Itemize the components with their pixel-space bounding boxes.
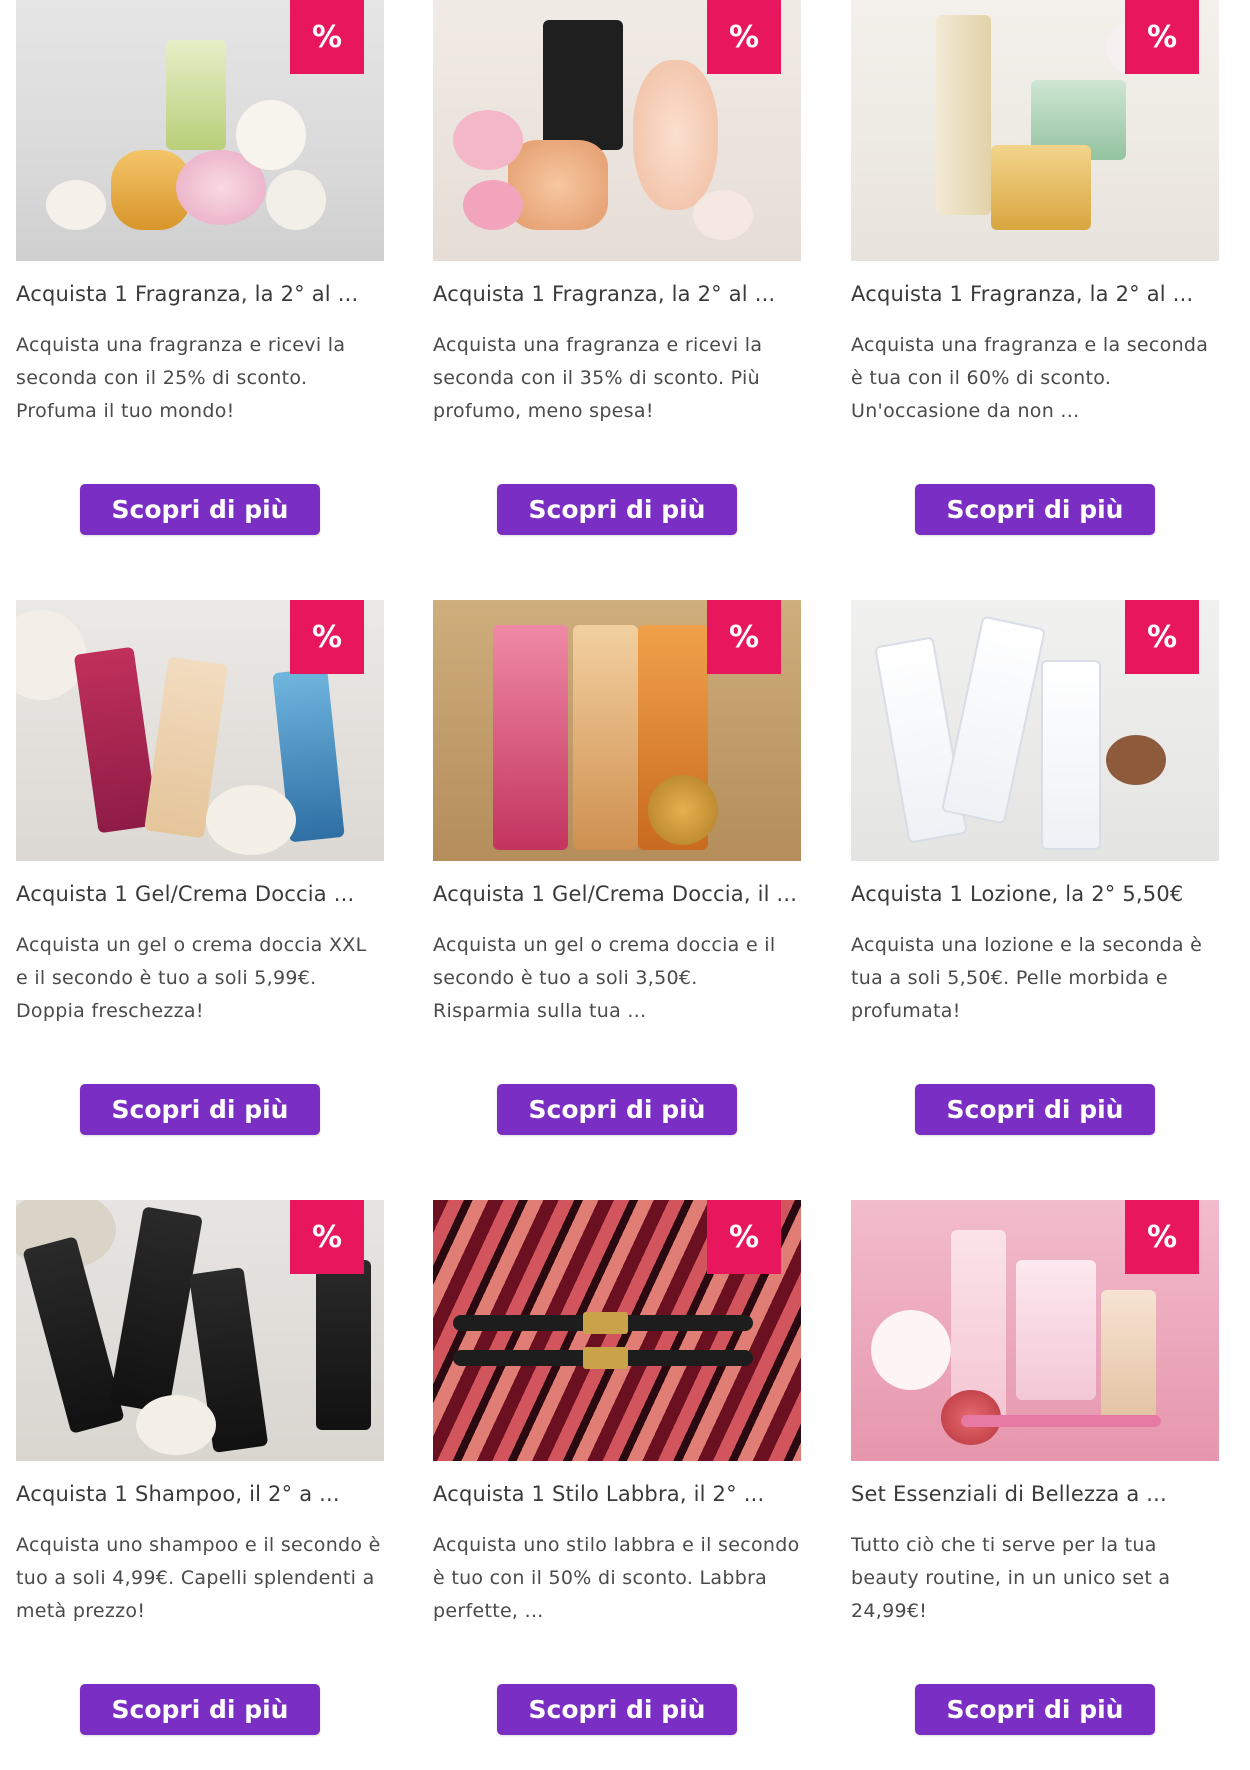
offer-card: % Acquista 1 Fragranza, la 2° al ... Acq…: [433, 0, 801, 540]
offer-description: Tutto ciò che ti serve per la tua beauty…: [851, 1534, 1171, 1622]
offer-card: % Acquista 1 Shampoo, il 2° a ... Acquis…: [16, 1200, 384, 1740]
offer-description: Acquista una fragranza e la seconda è tu…: [851, 334, 1209, 422]
offer-description: Acquista un gel o crema doccia e il seco…: [433, 934, 776, 1022]
discount-badge: %: [290, 1200, 364, 1274]
offer-description: Acquista un gel o crema doccia XXL e il …: [16, 934, 367, 1022]
offer-image[interactable]: %: [433, 1200, 801, 1461]
offer-image[interactable]: %: [433, 0, 801, 261]
offer-description: Acquista una lozione e la seconda è tua …: [851, 934, 1203, 1022]
discount-badge: %: [707, 0, 781, 74]
discount-badge: %: [707, 1200, 781, 1274]
discount-badge: %: [290, 0, 364, 74]
offer-title[interactable]: Acquista 1 Gel/Crema Doccia, il ...: [433, 879, 801, 909]
discover-more-button[interactable]: Scopri di più: [915, 484, 1155, 535]
offer-image[interactable]: %: [16, 1200, 384, 1461]
offer-image[interactable]: %: [851, 1200, 1219, 1461]
offer-title[interactable]: Acquista 1 Fragranza, la 2° al ...: [433, 279, 801, 309]
offer-title[interactable]: Acquista 1 Gel/Crema Doccia ...: [16, 879, 384, 909]
discover-more-button[interactable]: Scopri di più: [497, 1084, 737, 1135]
offer-card: % Acquista 1 Fragranza, la 2° al ... Acq…: [16, 0, 384, 540]
offer-title[interactable]: Acquista 1 Stilo Labbra, il 2° ...: [433, 1479, 801, 1509]
discover-more-button[interactable]: Scopri di più: [497, 484, 737, 535]
offers-grid: % Acquista 1 Fragranza, la 2° al ... Acq…: [0, 0, 1250, 1770]
offer-card: % Acquista 1 Gel/Crema Doccia ... Acquis…: [16, 600, 384, 1140]
offer-image[interactable]: %: [851, 600, 1219, 861]
offer-description: Acquista uno shampoo e il secondo è tuo …: [16, 1534, 381, 1622]
discover-more-button[interactable]: Scopri di più: [915, 1684, 1155, 1735]
discover-more-button[interactable]: Scopri di più: [497, 1684, 737, 1735]
offer-description: Acquista uno stilo labbra e il secondo è…: [433, 1534, 800, 1622]
discount-badge: %: [1125, 1200, 1199, 1274]
offer-card: % Set Essenziali di Bellezza a ... Tutto…: [851, 1200, 1219, 1740]
offer-description: Acquista una fragranza e ricevi la secon…: [16, 334, 346, 422]
offer-card: % Acquista 1 Fragranza, la 2° al ... Acq…: [851, 0, 1219, 540]
discount-badge: %: [290, 600, 364, 674]
offer-description: Acquista una fragranza e ricevi la secon…: [433, 334, 763, 422]
offer-image[interactable]: %: [16, 0, 384, 261]
offer-title[interactable]: Acquista 1 Fragranza, la 2° al ...: [851, 279, 1219, 309]
discount-badge: %: [1125, 600, 1199, 674]
offer-title[interactable]: Acquista 1 Fragranza, la 2° al ...: [16, 279, 384, 309]
offer-image[interactable]: %: [16, 600, 384, 861]
discover-more-button[interactable]: Scopri di più: [80, 1084, 320, 1135]
offer-card: % Acquista 1 Stilo Labbra, il 2° ... Acq…: [433, 1200, 801, 1740]
discover-more-button[interactable]: Scopri di più: [80, 1684, 320, 1735]
discount-badge: %: [1125, 0, 1199, 74]
discover-more-button[interactable]: Scopri di più: [915, 1084, 1155, 1135]
offer-image[interactable]: %: [851, 0, 1219, 261]
offer-title[interactable]: Acquista 1 Shampoo, il 2° a ...: [16, 1479, 384, 1509]
offer-title[interactable]: Set Essenziali di Bellezza a ...: [851, 1479, 1219, 1509]
discount-badge: %: [707, 600, 781, 674]
discover-more-button[interactable]: Scopri di più: [80, 484, 320, 535]
offer-card: % Acquista 1 Gel/Crema Doccia, il ... Ac…: [433, 600, 801, 1140]
offer-title[interactable]: Acquista 1 Lozione, la 2° 5,50€: [851, 879, 1219, 909]
offer-image[interactable]: %: [433, 600, 801, 861]
offer-card: % Acquista 1 Lozione, la 2° 5,50€ Acquis…: [851, 600, 1219, 1140]
